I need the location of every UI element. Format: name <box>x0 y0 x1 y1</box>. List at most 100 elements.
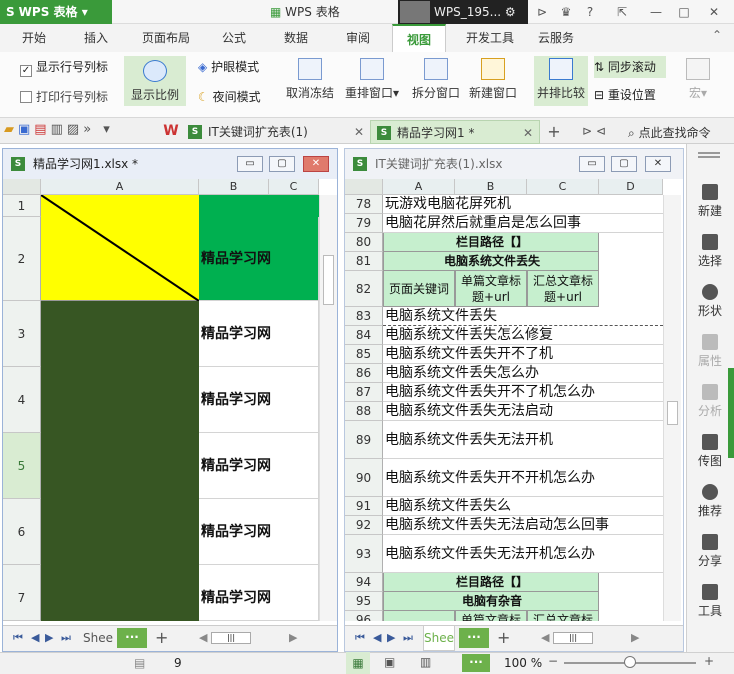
cell-b5[interactable]: 精品学习网 <box>199 433 319 499</box>
help-icon[interactable]: ? <box>580 2 600 22</box>
keyword-cell[interactable]: 电脑系统文件丢失无法启动 <box>383 402 663 421</box>
tab-tools[interactable]: ⊳ ⊲ <box>582 124 606 138</box>
row-header[interactable]: 93 <box>345 535 383 573</box>
zoom-in-icon[interactable]: + <box>704 654 714 668</box>
scroll-right-icon[interactable]: ▶ <box>289 631 297 644</box>
panel-select[interactable]: 选择 <box>686 234 734 269</box>
cell-b1[interactable] <box>199 195 319 217</box>
tab-view[interactable]: 视图 <box>392 24 446 52</box>
header-cell-single-article[interactable]: 单篇文章标 <box>455 611 527 621</box>
merged-cell-a3[interactable] <box>41 301 199 621</box>
minimize-icon[interactable]: — <box>646 2 666 22</box>
skin-icon[interactable]: ♛ <box>556 2 576 22</box>
column-header-d[interactable]: D <box>599 179 663 195</box>
right-minimize-button[interactable]: ▭ <box>579 156 605 172</box>
header-cell-summary-article[interactable]: 汇总文章标 题+url <box>527 271 599 307</box>
keyword-cell[interactable]: 电脑系统文件丢失无法开机怎么办 <box>383 535 663 573</box>
last-sheet-icon[interactable]: ⏭ <box>403 631 413 645</box>
next-sheet-icon[interactable]: ▶ <box>45 631 53 644</box>
select-all-corner[interactable] <box>3 179 41 195</box>
save-icon[interactable]: ▣ <box>18 122 34 137</box>
tab-formula[interactable]: 公式 <box>210 24 258 52</box>
row-header[interactable]: 91 <box>345 497 383 516</box>
collapse-ribbon-icon[interactable]: ⌃ <box>706 28 728 48</box>
row-header[interactable]: 2 <box>3 217 41 301</box>
row-header[interactable]: 94 <box>345 573 383 592</box>
scroll-right-icon[interactable]: ▶ <box>631 631 639 644</box>
eye-mode-button[interactable]: ◈ 护眼模式 <box>198 58 259 75</box>
row-header[interactable]: 82 <box>345 271 383 307</box>
section-header-cell[interactable]: 电脑系统文件丢失 <box>383 252 599 271</box>
scroll-thumb[interactable] <box>323 255 334 305</box>
maximize-icon[interactable]: □ <box>674 2 694 22</box>
print-icon[interactable]: ▥ <box>51 122 67 137</box>
show-row-col-checkbox[interactable]: ✓ 显示行号列标 <box>20 58 108 77</box>
panel-upload-image[interactable]: 传图 <box>686 434 734 469</box>
first-sheet-icon[interactable]: ⏮ <box>13 631 23 645</box>
add-sheet-icon[interactable]: + <box>155 628 168 647</box>
close-tab-icon[interactable]: ✕ <box>523 121 533 145</box>
row-header[interactable]: 85 <box>345 345 383 364</box>
column-header-b[interactable]: B <box>199 179 269 195</box>
chevron-down-icon[interactable]: ▾ <box>103 122 114 137</box>
column-header-c[interactable]: C <box>269 179 319 195</box>
rearrange-window-button[interactable]: 重排窗口▾ <box>342 58 402 101</box>
row-header[interactable]: 88 <box>345 402 383 421</box>
cell-b6[interactable]: 精品学习网 <box>199 499 319 565</box>
tab-insert[interactable]: 插入 <box>72 24 120 52</box>
more-icon[interactable]: » <box>83 122 95 137</box>
open-icon[interactable]: ▰ <box>4 122 18 137</box>
close-tab-icon[interactable]: ✕ <box>354 120 364 144</box>
row-header[interactable]: 3 <box>3 301 41 367</box>
column-header-a[interactable]: A <box>41 179 199 195</box>
zoom-ratio-button[interactable]: 显示比例 <box>124 56 186 106</box>
sync-scroll-button[interactable]: ⇅ 同步滚动 <box>594 56 666 78</box>
cell-b3[interactable]: 精品学习网 <box>199 301 319 367</box>
find-command-box[interactable]: ⌕ 点此查找命令 <box>628 122 711 144</box>
pdf-icon[interactable]: ▤ <box>34 122 50 137</box>
column-header-c[interactable]: C <box>527 179 599 195</box>
tab-list-icon[interactable]: ⊲ <box>596 124 606 138</box>
cell-b2[interactable]: 精品学习网 <box>199 217 319 301</box>
user-account[interactable]: WPS_195... ⚙ <box>398 0 528 24</box>
new-tab-icon[interactable]: + <box>544 120 564 144</box>
row-header[interactable]: 84 <box>345 326 383 345</box>
quick-access-toolbar[interactable]: ▰▣▤▥▨» ▾ <box>4 122 114 137</box>
doc-tab-it-keywords[interactable]: S IT关键词扩充表(1) ✕ <box>182 120 370 144</box>
select-all-corner[interactable] <box>345 179 383 195</box>
panel-new[interactable]: 新建 <box>686 184 734 219</box>
split-window-button[interactable]: 拆分窗口 <box>410 58 462 101</box>
column-header-b[interactable]: B <box>455 179 527 195</box>
unfreeze-button[interactable]: 取消冻结 <box>284 58 336 101</box>
panel-menu-icon[interactable] <box>698 152 720 158</box>
panel-analysis[interactable]: 分析 <box>686 384 734 419</box>
left-restore-button[interactable]: ▢ <box>269 156 295 172</box>
wps-home-icon[interactable]: W <box>162 122 180 140</box>
row-header[interactable]: 90 <box>345 459 383 497</box>
panel-shape[interactable]: 形状 <box>686 284 734 319</box>
row-header[interactable]: 89 <box>345 421 383 459</box>
scroll-left-icon[interactable]: ◀ <box>199 631 207 644</box>
scroll-left-icon[interactable]: ◀ <box>541 631 549 644</box>
row-header[interactable]: 92 <box>345 516 383 535</box>
column-header-a[interactable]: A <box>383 179 455 195</box>
merged-cell-a1[interactable] <box>41 195 199 301</box>
tab-review[interactable]: 审阅 <box>334 24 382 52</box>
keyword-cell[interactable]: 电脑花屏然后就重启是怎么回事 <box>383 214 663 233</box>
section-header-cell[interactable]: 栏目路径【】 <box>383 573 599 592</box>
row-header[interactable]: 4 <box>3 367 41 433</box>
page-break-view-icon[interactable]: ▥ <box>420 655 431 669</box>
row-header[interactable]: 96 <box>345 611 383 621</box>
night-mode-button[interactable]: ☾ 夜间模式 <box>198 88 261 105</box>
row-header[interactable]: 79 <box>345 214 383 233</box>
scroll-thumb[interactable] <box>667 401 678 425</box>
row-header[interactable]: 95 <box>345 592 383 611</box>
keyword-cell[interactable]: 电脑系统文件丢失无法开机 <box>383 421 663 459</box>
keyword-cell[interactable]: 电脑系统文件丢失开不了机怎么办 <box>383 383 663 402</box>
horizontal-scroll-thumb[interactable]: ||| <box>211 632 251 644</box>
side-by-side-button[interactable]: 并排比较 <box>534 56 588 106</box>
vertical-scrollbar[interactable] <box>663 195 681 621</box>
doc-tab-jingpin[interactable]: S 精品学习网1 * ✕ <box>370 120 540 144</box>
keyword-cell[interactable]: 电脑系统文件丢失开不了机 <box>383 345 663 364</box>
sheet-more-icon[interactable]: ··· <box>117 628 147 648</box>
